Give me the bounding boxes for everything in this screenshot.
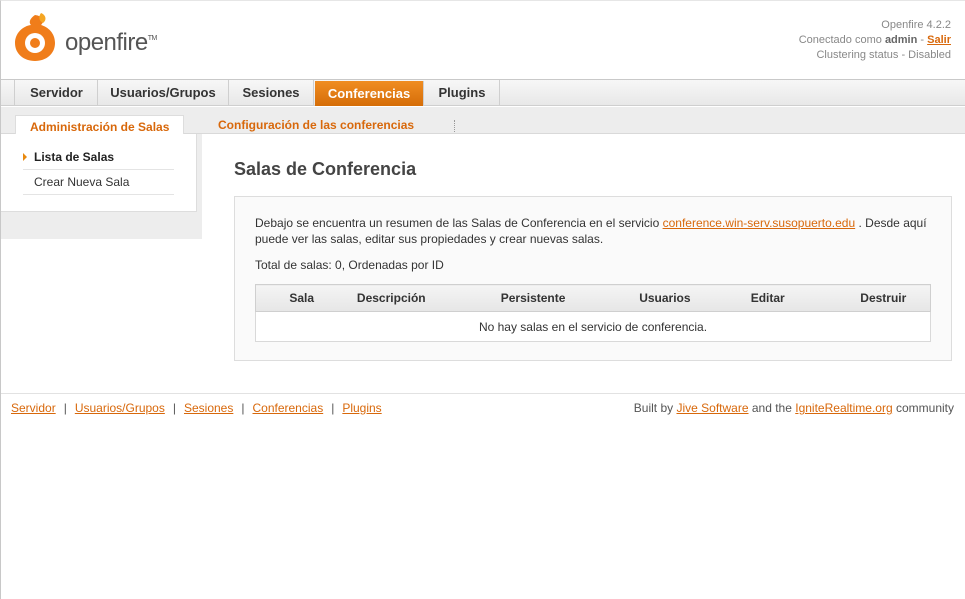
igniterealtime-link[interactable]: IgniteRealtime.org bbox=[795, 401, 892, 415]
header: openfireTM Openfire 4.2.2 Conectado como… bbox=[1, 1, 965, 79]
col-descripcion: Descripción bbox=[347, 284, 436, 312]
user-info: Openfire 4.2.2 Conectado como admin - Sa… bbox=[799, 18, 951, 63]
col-sala: Sala bbox=[255, 284, 348, 312]
jive-software-link[interactable]: Jive Software bbox=[676, 401, 748, 415]
table-row: No hay salas en el servicio de conferenc… bbox=[255, 311, 931, 342]
intro-text: Debajo se encuentra un resumen de las Sa… bbox=[255, 215, 935, 247]
subnav-divider bbox=[454, 120, 455, 132]
footer-separator: | bbox=[241, 401, 245, 415]
footer-credit: Built by Jive Software and the IgniteRea… bbox=[634, 401, 954, 415]
version-label: Openfire 4.2.2 bbox=[881, 19, 951, 31]
footer: Servidor | Usuarios/Grupos | Sesiones | Confer… bbox=[1, 393, 965, 421]
col-editar: Editar bbox=[698, 284, 837, 312]
tab-sesiones[interactable]: Sesiones bbox=[229, 80, 314, 106]
intro-before-link: Debajo se encuentra un resumen de las Sa… bbox=[255, 216, 660, 230]
logo-text: openfireTM bbox=[65, 29, 157, 56]
credit-middle: and the bbox=[751, 401, 792, 415]
sidebar-item-label: Crear Nueva Sala bbox=[34, 175, 130, 189]
footer-link-plugins[interactable]: Plugins bbox=[342, 401, 381, 415]
rooms-table: Sala Descripción Persistente Usuarios Ed… bbox=[255, 284, 931, 342]
sidebar-item-lista-salas[interactable]: Lista de Salas bbox=[23, 145, 174, 170]
footer-link-servidor[interactable]: Servidor bbox=[11, 401, 56, 415]
col-usuarios: Usuarios bbox=[630, 284, 699, 312]
logout-link[interactable]: Salir bbox=[927, 34, 951, 46]
subtab-configuracion-conferencias[interactable]: Configuración de las conferencias bbox=[218, 116, 414, 134]
footer-links: Servidor | Usuarios/Grupos | Sesiones | Confer… bbox=[11, 401, 382, 415]
sub-nav: Administración de Salas Configuración de… bbox=[1, 107, 965, 140]
sidebar-item-crear-sala[interactable]: Crear Nueva Sala bbox=[23, 170, 174, 195]
footer-link-conferencias[interactable]: Conferencias bbox=[252, 401, 323, 415]
footer-separator: | bbox=[172, 401, 176, 415]
connection-line: Conectado como admin - Salir bbox=[799, 33, 951, 48]
connected-label: Conectado como bbox=[798, 34, 882, 46]
username: admin bbox=[884, 34, 918, 46]
logout-separator: - bbox=[920, 34, 925, 46]
credit-prefix: Built by bbox=[633, 401, 674, 415]
table-header-row: Sala Descripción Persistente Usuarios Ed… bbox=[255, 284, 931, 312]
tab-conferencias[interactable]: Conferencias bbox=[315, 81, 424, 106]
sidebar-item-label: Lista de Salas bbox=[34, 150, 115, 164]
tab-usuarios-grupos[interactable]: Usuarios/Grupos bbox=[98, 80, 229, 106]
footer-separator: | bbox=[331, 401, 335, 415]
empty-message: No hay salas en el servicio de conferenc… bbox=[255, 311, 931, 342]
page-title: Salas de Conferencia bbox=[234, 159, 417, 179]
tab-servidor[interactable]: Servidor bbox=[16, 80, 98, 106]
total-rooms: Total de salas: 0, Ordenadas por ID bbox=[255, 258, 444, 272]
sidebar: Lista de Salas Crear Nueva Sala bbox=[1, 134, 202, 239]
clustering-status: Clustering status - Disabled bbox=[816, 49, 951, 61]
col-destruir: Destruir bbox=[836, 284, 931, 312]
sidebar-menu: Lista de Salas Crear Nueva Sala bbox=[1, 134, 197, 212]
tab-plugins[interactable]: Plugins bbox=[425, 80, 500, 106]
service-link[interactable]: conference.win-serv.susopuerto.edu bbox=[663, 216, 856, 230]
col-persistente: Persistente bbox=[435, 284, 631, 312]
triangle-right-icon bbox=[23, 153, 27, 161]
openfire-logo-icon[interactable] bbox=[11, 11, 59, 63]
credit-suffix: community bbox=[895, 401, 954, 415]
footer-link-usuarios-grupos[interactable]: Usuarios/Grupos bbox=[75, 401, 165, 415]
main-nav-lead bbox=[1, 80, 15, 106]
footer-link-sesiones[interactable]: Sesiones bbox=[184, 401, 233, 415]
footer-separator: | bbox=[63, 401, 67, 415]
rooms-panel: Debajo se encuentra un resumen de las Sa… bbox=[234, 196, 952, 361]
main-nav: Servidor Usuarios/Grupos Sesiones Confer… bbox=[1, 79, 965, 106]
page-frame: openfireTM Openfire 4.2.2 Conectado como… bbox=[0, 0, 965, 599]
